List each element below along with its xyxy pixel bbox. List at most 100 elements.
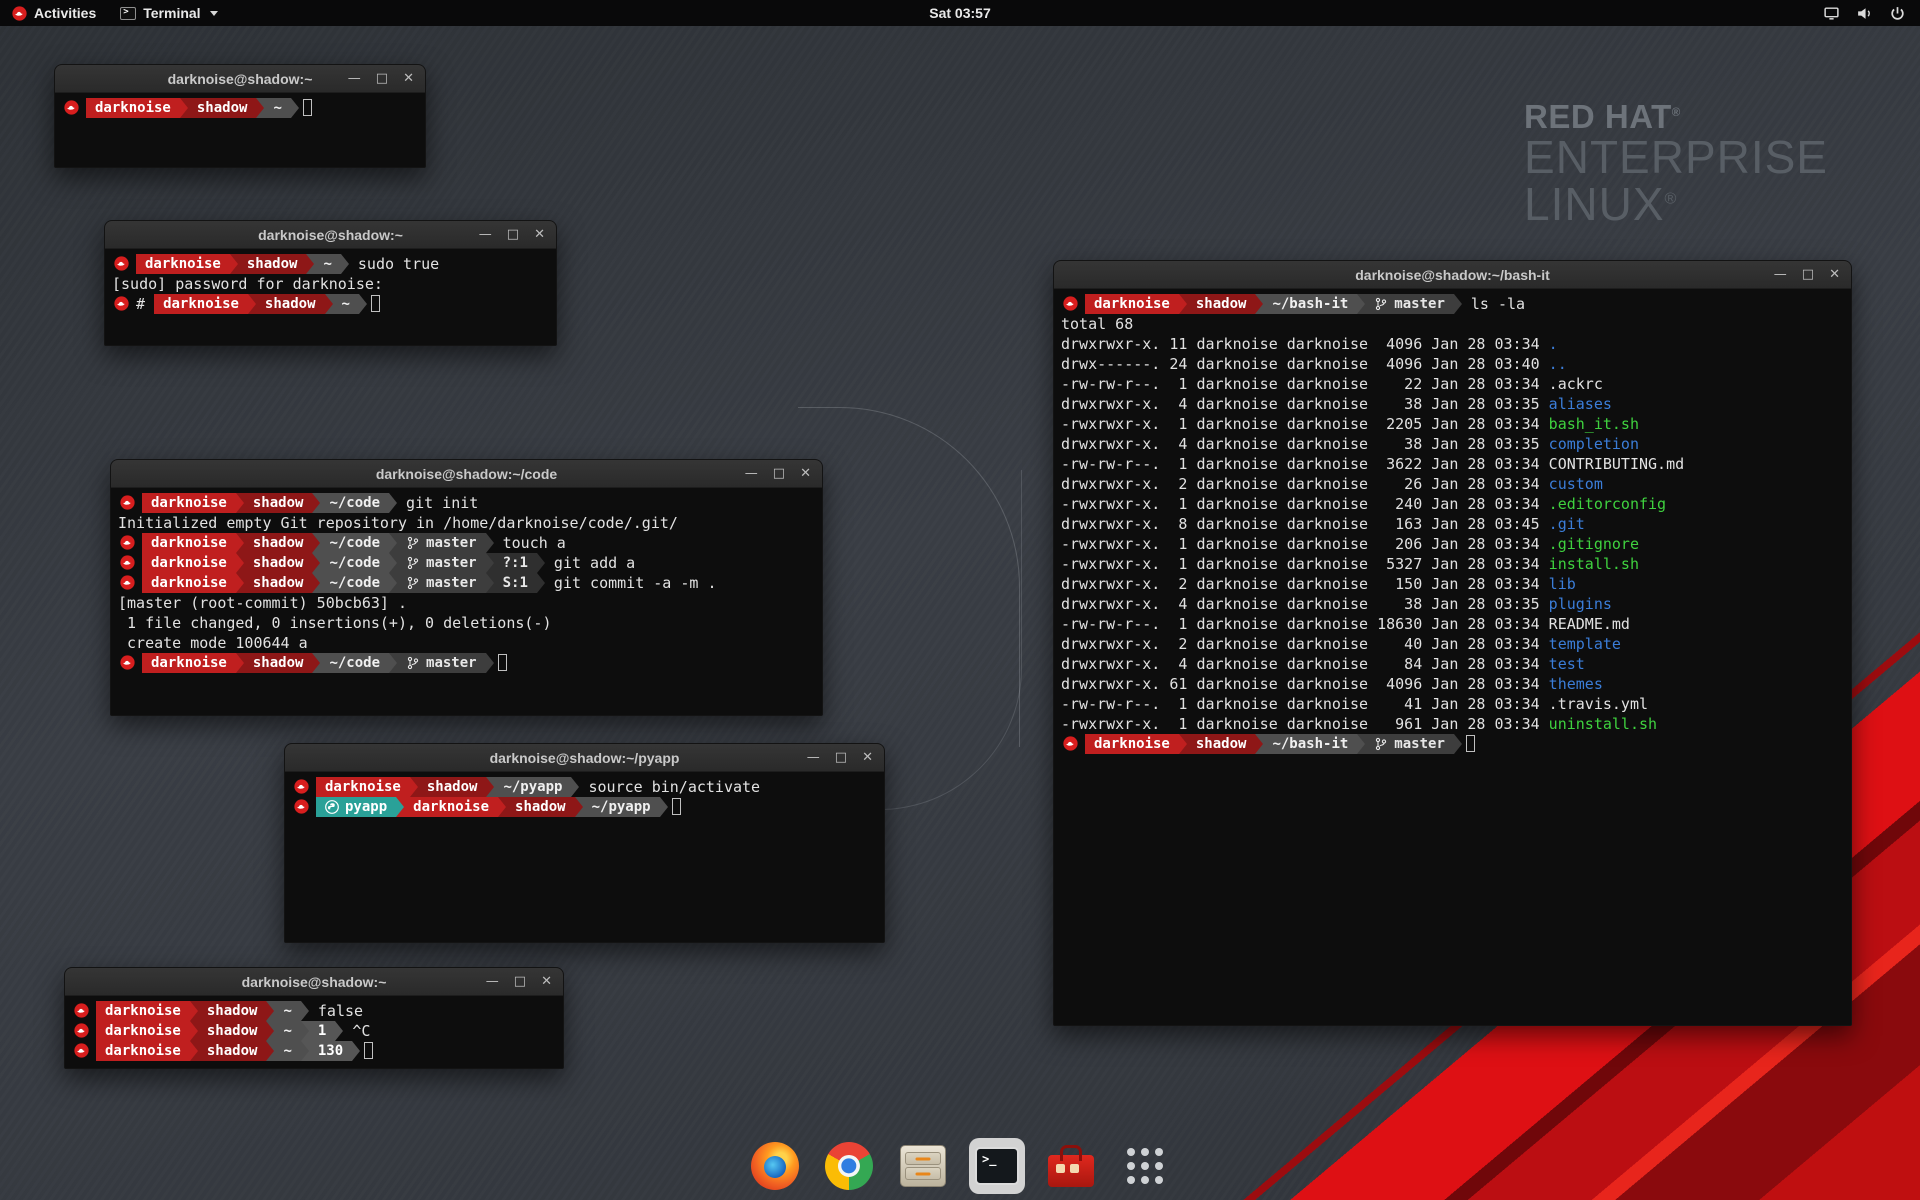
window-titlebar[interactable]: darknoise@shadow:~—□✕ bbox=[105, 221, 556, 249]
window-titlebar[interactable]: darknoise@shadow:~—□✕ bbox=[55, 65, 425, 93]
terminal-line: drwxrwxr-x. 4 darknoise darknoise 84 Jan… bbox=[1061, 654, 1844, 674]
window-titlebar[interactable]: darknoise@shadow:~/bash-it—□✕ bbox=[1054, 261, 1851, 289]
redhat-prompt-icon bbox=[64, 100, 79, 115]
prompt-segment-git: master bbox=[397, 533, 486, 553]
terminal-text: themes bbox=[1549, 674, 1603, 694]
terminal-window-bash-it: darknoise@shadow:~/bash-it—□✕darknoisesh… bbox=[1053, 260, 1852, 1026]
window-title: darknoise@shadow:~/pyapp bbox=[285, 750, 884, 766]
activities-button[interactable]: Activities bbox=[0, 0, 108, 26]
window-minimize-button[interactable]: — bbox=[479, 221, 492, 249]
terminal-icon bbox=[120, 7, 136, 20]
terminal-line: darknoiseshadow~/bash-itmaster bbox=[1061, 734, 1844, 754]
terminal-text: -rw-rw-r--. 1 darknoise darknoise 41 Jan… bbox=[1061, 694, 1549, 714]
window-minimize-button[interactable]: — bbox=[348, 65, 361, 93]
terminal-text: drwxrwxr-x. 11 darknoise darknoise 4096 … bbox=[1061, 334, 1549, 354]
powerline-separator bbox=[1454, 294, 1462, 314]
branch-icon bbox=[406, 556, 420, 570]
terminal-text: test bbox=[1549, 654, 1585, 674]
terminal-line: pyappdarknoiseshadow~/pyapp bbox=[292, 797, 877, 817]
terminal-text: create mode 100644 a bbox=[118, 633, 308, 653]
window-maximize-button[interactable]: □ bbox=[376, 65, 388, 93]
terminal-line: drwxrwxr-x. 2 darknoise darknoise 150 Ja… bbox=[1061, 574, 1844, 594]
prompt-segment-user: darknoise bbox=[154, 294, 248, 314]
terminal-line: drwxrwxr-x. 4 darknoise darknoise 38 Jan… bbox=[1061, 594, 1844, 614]
dock bbox=[747, 1138, 1173, 1194]
window-titlebar[interactable]: darknoise@shadow:~/pyapp— □ ✕ bbox=[285, 744, 884, 772]
window-maximize-button[interactable]: □ bbox=[507, 221, 519, 249]
volume-icon[interactable] bbox=[1856, 5, 1873, 22]
terminal-content[interactable]: darknoiseshadow~/pyapp source bin/activa… bbox=[285, 772, 884, 942]
display-icon[interactable] bbox=[1823, 5, 1840, 22]
app-menu-label: Terminal bbox=[143, 5, 200, 21]
terminal-content[interactable]: darknoiseshadow~ bbox=[55, 93, 425, 167]
window-minimize-button[interactable]: — bbox=[486, 968, 499, 996]
dock-app-grid[interactable] bbox=[1117, 1138, 1173, 1194]
powerline-separator bbox=[486, 573, 494, 593]
terminal-text: drwxrwxr-x. 8 darknoise darknoise 163 Ja… bbox=[1061, 514, 1549, 534]
window-maximize-button[interactable]: □ bbox=[514, 968, 526, 996]
terminal-text: [sudo] password for darknoise: bbox=[112, 274, 383, 294]
terminal-text: README.md bbox=[1549, 614, 1630, 634]
terminal-line: darknoiseshadow~1 ^C bbox=[72, 1021, 556, 1041]
terminal-text: -rw-rw-r--. 1 darknoise darknoise 22 Jan… bbox=[1061, 374, 1549, 394]
terminal-line: -rwxrwxr-x. 1 darknoise darknoise 2205 J… bbox=[1061, 414, 1844, 434]
terminal-content[interactable]: darknoiseshadow~ falsedarknoiseshadow~1 … bbox=[65, 996, 563, 1068]
powerline-separator bbox=[486, 777, 494, 797]
powerline-separator bbox=[180, 98, 188, 118]
app-menu-terminal[interactable]: Terminal bbox=[108, 0, 229, 26]
dock-toolbox[interactable] bbox=[1043, 1138, 1099, 1194]
terminal-cursor bbox=[498, 654, 507, 671]
terminal-window-code: darknoise@shadow:~/code—□✕darknoiseshado… bbox=[110, 459, 823, 716]
window-maximize-button[interactable]: □ bbox=[835, 744, 847, 772]
terminal-text: drwxrwxr-x. 61 darknoise darknoise 4096 … bbox=[1061, 674, 1549, 694]
window-close-button[interactable]: ✕ bbox=[403, 65, 414, 93]
terminal-text: -rwxrwxr-x. 1 darknoise darknoise 961 Ja… bbox=[1061, 714, 1549, 734]
terminal-content[interactable]: darknoiseshadow~/bash-itmaster ls -latot… bbox=[1054, 289, 1851, 1025]
powerline-separator bbox=[301, 1041, 309, 1061]
terminal-line: darknoiseshadow~/pyapp source bin/activa… bbox=[292, 777, 877, 797]
window-maximize-button[interactable]: □ bbox=[1802, 261, 1814, 289]
dock-files[interactable] bbox=[895, 1138, 951, 1194]
terminal-text: total 68 bbox=[1061, 314, 1133, 334]
terminal-line: -rwxrwxr-x. 1 darknoise darknoise 206 Ja… bbox=[1061, 534, 1844, 554]
terminal-line: create mode 100644 a bbox=[118, 633, 815, 653]
window-close-button[interactable]: ✕ bbox=[541, 968, 552, 996]
dock-firefox[interactable] bbox=[747, 1138, 803, 1194]
dock-chrome[interactable] bbox=[821, 1138, 877, 1194]
window-close-button[interactable]: ✕ bbox=[800, 460, 811, 488]
window-minimize-button[interactable]: — bbox=[807, 744, 820, 772]
powerline-separator bbox=[312, 653, 320, 673]
terminal-text: custom bbox=[1549, 474, 1603, 494]
terminal-cursor bbox=[672, 798, 681, 815]
terminal-text: git add a bbox=[545, 553, 635, 573]
window-close-button[interactable]: ✕ bbox=[1829, 261, 1840, 289]
window-titlebar[interactable]: darknoise@shadow:~—□✕ bbox=[65, 968, 563, 996]
terminal-text: touch a bbox=[494, 533, 566, 553]
terminal-line: drwxrwxr-x. 11 darknoise darknoise 4096 … bbox=[1061, 334, 1844, 354]
terminal-cursor bbox=[364, 1042, 373, 1059]
prompt-segment-user: darknoise bbox=[96, 1001, 190, 1021]
terminal-text: template bbox=[1549, 634, 1621, 654]
window-maximize-button[interactable]: □ bbox=[773, 460, 785, 488]
redhat-prompt-icon bbox=[1063, 736, 1078, 751]
window-titlebar[interactable]: darknoise@shadow:~/code—□✕ bbox=[111, 460, 822, 488]
window-close-button[interactable]: ✕ bbox=[534, 221, 545, 249]
window-minimize-button[interactable]: — bbox=[1774, 261, 1787, 289]
terminal-line: darknoiseshadow~/code git init bbox=[118, 493, 815, 513]
prompt-segment-venv: pyapp bbox=[316, 797, 396, 817]
redhat-prompt-icon bbox=[294, 779, 309, 794]
terminal-line: [sudo] password for darknoise: bbox=[112, 274, 549, 294]
terminal-content[interactable]: darknoiseshadow~/code git initInitialize… bbox=[111, 488, 822, 715]
clock[interactable]: Sat 03:57 bbox=[929, 5, 990, 21]
dock-terminal[interactable] bbox=[969, 1138, 1025, 1194]
branch-icon bbox=[1374, 737, 1388, 751]
prompt-segment-path: ~/code bbox=[320, 573, 389, 593]
terminal-line: drwxrwxr-x. 2 darknoise darknoise 40 Jan… bbox=[1061, 634, 1844, 654]
powerline-separator bbox=[410, 777, 418, 797]
window-minimize-button[interactable]: — bbox=[745, 460, 758, 488]
terminal-line: 1 file changed, 0 insertions(+), 0 delet… bbox=[118, 613, 815, 633]
prompt-segment-path: ~/pyapp bbox=[583, 797, 660, 817]
terminal-content[interactable]: darknoiseshadow~ sudo true[sudo] passwor… bbox=[105, 249, 556, 345]
power-icon[interactable] bbox=[1889, 5, 1906, 22]
window-close-button[interactable]: ✕ bbox=[862, 744, 873, 772]
